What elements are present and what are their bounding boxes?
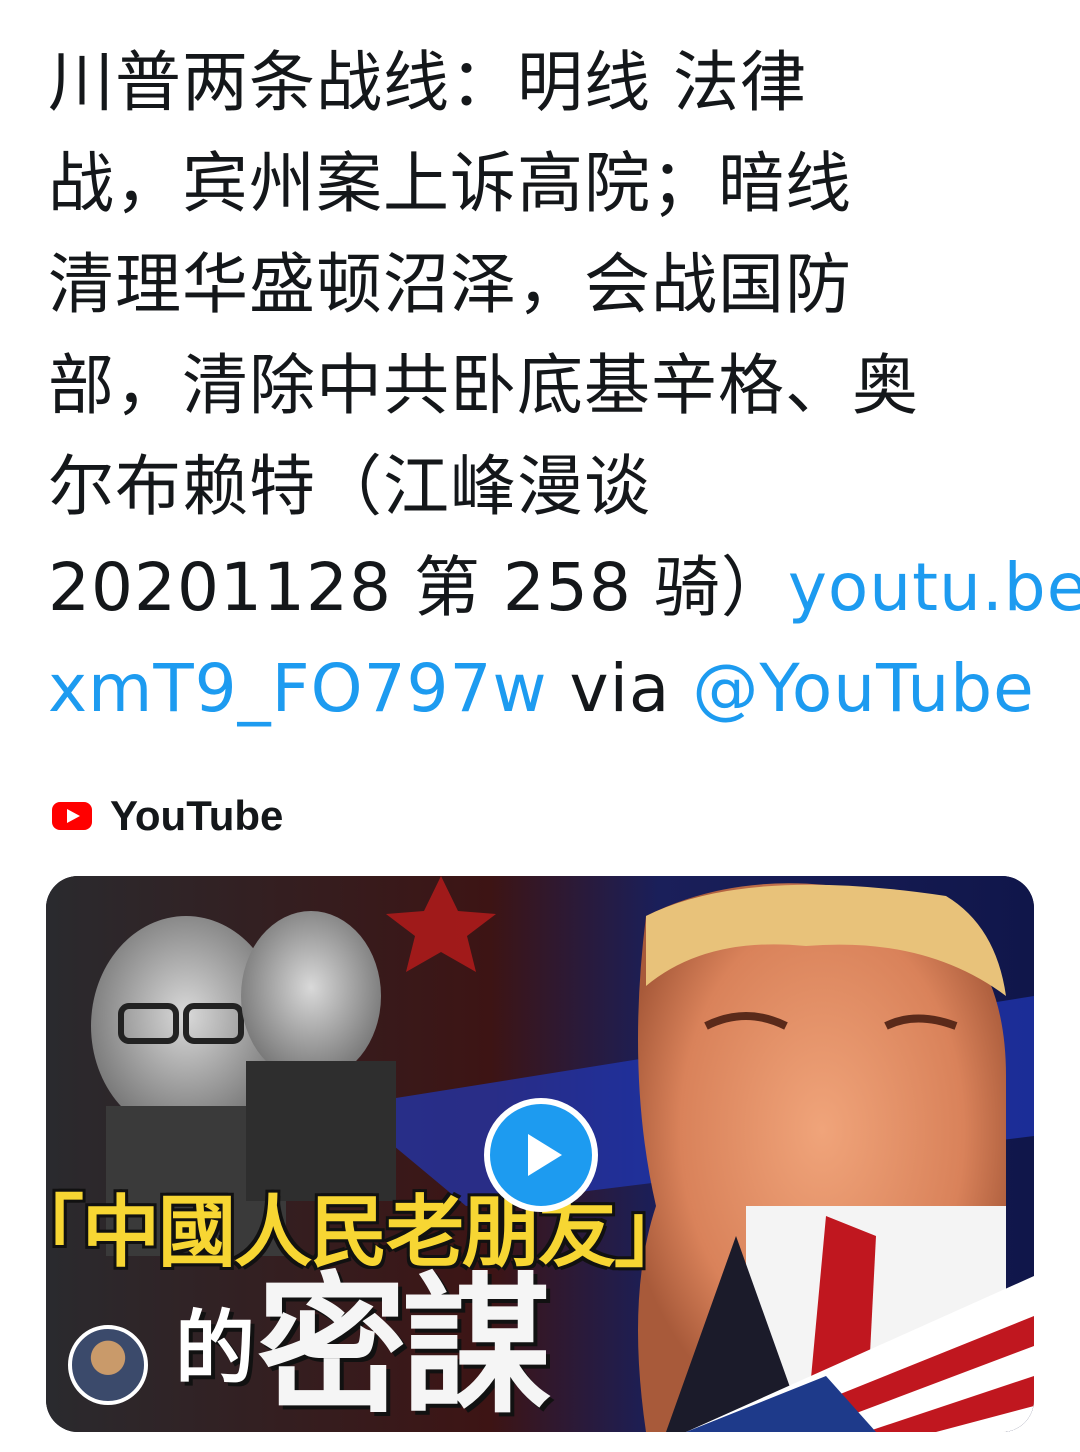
host-avatar [68,1325,148,1405]
thumbnail-small-text: 的 [175,1302,255,1395]
card-source[interactable]: YouTube [52,792,283,840]
tweet-line: 20201128 第 258 骑） [48,549,788,626]
via-text: via [547,650,693,727]
tweet-line: 清理华盛顿沼泽，会战国防 [48,246,852,323]
tweet-line: 川普两条战线：明线 法律 [48,44,807,121]
tweet-line-with-mention: xmT9_FO797w via @YouTube [48,638,1038,739]
play-button[interactable] [484,1098,598,1212]
thumbnail-big-word: 密謀 [257,1260,551,1434]
tweet-text: 川普两条战线：明线 法律 战，宾州案上诉高院；暗线 清理华盛顿沼泽，会战国防 部… [48,32,1080,739]
youtube-mention[interactable]: @YouTube [692,650,1034,727]
youtube-link-part2[interactable]: xmT9_FO797w [48,650,548,727]
tweet-line: 战，宾州案上诉高院；暗线 [48,145,852,222]
card-source-name: YouTube [110,792,284,839]
thumbnail-big-text: 的密謀 [175,1272,551,1424]
tweet-line-with-link: 20201128 第 258 骑）youtu.be/ [48,537,1080,638]
play-icon [528,1134,562,1176]
tweet-line: 部，清除中共卧底基辛格、奥 [48,347,919,424]
youtube-logo-icon [52,802,92,830]
youtube-link-part1[interactable]: youtu.be/ [788,549,1080,626]
tweet-line: 尔布赖特（江峰漫谈 [48,448,651,525]
